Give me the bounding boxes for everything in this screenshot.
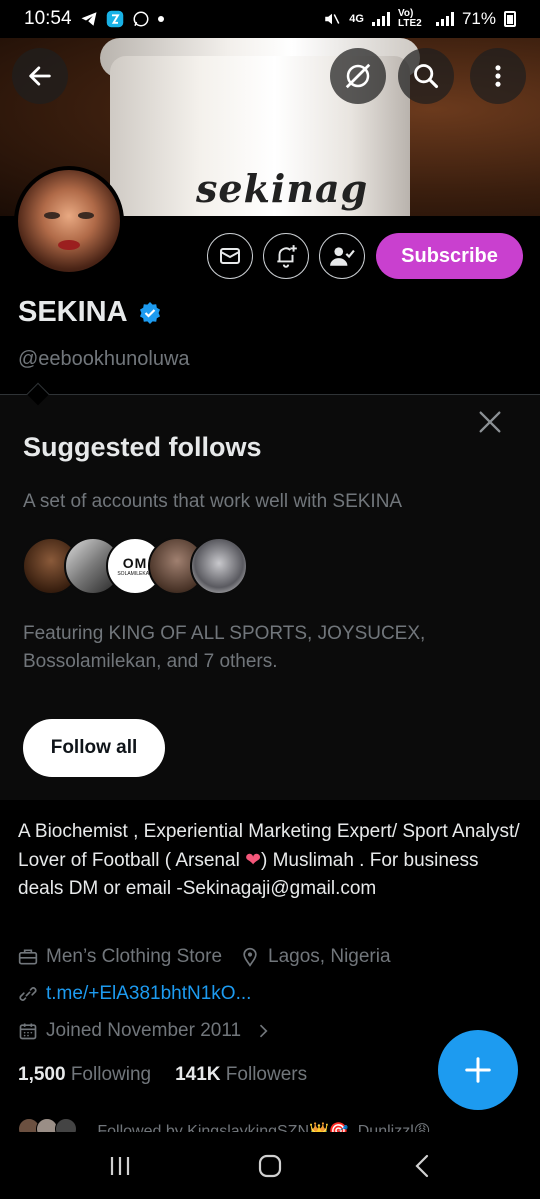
network-type: 4G bbox=[349, 13, 364, 25]
volte-label: Vo) LTE2 bbox=[397, 8, 422, 29]
avatar-eye-right bbox=[78, 212, 94, 219]
profile-location: Lagos, Nigeria bbox=[268, 946, 391, 967]
battery-icon bbox=[504, 11, 516, 27]
compose-fab-button[interactable] bbox=[438, 1030, 518, 1110]
back-button[interactable] bbox=[12, 48, 68, 104]
chevron-right-icon[interactable] bbox=[253, 1021, 273, 1041]
avatar[interactable] bbox=[14, 166, 124, 276]
search-button[interactable] bbox=[398, 48, 454, 104]
following-button[interactable] bbox=[319, 233, 365, 279]
followers-count[interactable]: 141K Followers bbox=[175, 1064, 307, 1086]
followers-label: Followers bbox=[225, 1064, 308, 1085]
avatar-lips bbox=[58, 240, 80, 250]
home-button[interactable] bbox=[248, 1148, 292, 1184]
followed-by-row[interactable]: Followed by KingslaykingSZN👑🎯, Dunlizzl😩 bbox=[18, 1118, 523, 1132]
back-chevron-icon bbox=[415, 1154, 429, 1178]
followed-by-text: Followed by KingslaykingSZN👑🎯, Dunlizzl😩 bbox=[97, 1123, 431, 1132]
subscribe-button[interactable]: Subscribe bbox=[376, 233, 523, 279]
following-value: 1,500 bbox=[18, 1064, 66, 1085]
verified-badge-icon[interactable] bbox=[138, 301, 162, 325]
following-count[interactable]: 1,500 Following bbox=[18, 1064, 151, 1086]
search-icon bbox=[414, 64, 439, 89]
grok-icon bbox=[345, 63, 371, 89]
suggested-avatar[interactable] bbox=[190, 537, 248, 595]
profile-bio: A Biochemist , Experiential Marketing Ex… bbox=[18, 818, 523, 903]
profile-name-row: SEKINA bbox=[18, 296, 162, 329]
telegram-icon bbox=[81, 12, 97, 26]
meta-row-joined: Joined November 2011 bbox=[18, 1020, 273, 1042]
followers-value: 141K bbox=[175, 1064, 221, 1085]
followed-by-avatar bbox=[54, 1118, 77, 1132]
suggested-avatar-logo: OM bbox=[122, 555, 148, 571]
bell-plus-icon bbox=[277, 245, 297, 268]
person-check-icon bbox=[330, 247, 355, 266]
battery-percent: 71% bbox=[461, 9, 496, 28]
notification-dot bbox=[157, 16, 164, 22]
heart-emoji: ❤ bbox=[245, 849, 261, 871]
following-label: Following bbox=[70, 1064, 152, 1085]
suggested-featuring-text: Featuring KING OF ALL SPORTS, JOYSUCEX, … bbox=[23, 623, 426, 672]
meta-row-category: Men’s Clothing Store Lagos, Nigeria bbox=[18, 946, 391, 968]
close-icon[interactable] bbox=[476, 408, 504, 436]
profile-category: Men’s Clothing Store bbox=[46, 946, 223, 967]
panel-divider bbox=[0, 394, 540, 395]
more-options-button[interactable] bbox=[470, 48, 526, 104]
status-time: 10:54 bbox=[24, 8, 72, 29]
more-vertical-icon bbox=[495, 65, 501, 87]
arrow-left-icon bbox=[29, 66, 51, 86]
suggested-follows-subtitle: A set of accounts that work well with SE… bbox=[23, 491, 403, 512]
link-icon bbox=[19, 987, 37, 1001]
meta-row-link: t.me/+ElA381bhtN1kO... bbox=[18, 983, 251, 1005]
follow-counts: 1,500 Following 141K Followers bbox=[18, 1064, 307, 1086]
location-pin-icon bbox=[243, 947, 257, 967]
signal-icon-2 bbox=[435, 12, 454, 26]
profile-website-link[interactable]: t.me/+ElA381bhtN1kO... bbox=[46, 983, 251, 1005]
envelope-icon bbox=[220, 248, 240, 264]
status-bar: 10:54 4G Vo) LTE2 71% bbox=[0, 0, 540, 38]
follow-all-button[interactable]: Follow all bbox=[23, 719, 165, 777]
banner-cup-text: sekinag bbox=[196, 166, 369, 211]
notifications-button[interactable] bbox=[263, 233, 309, 279]
profile-handle: @eebookhunoluwa bbox=[18, 348, 190, 370]
avatar-eye-left bbox=[44, 212, 60, 219]
signal-icon-1 bbox=[371, 12, 390, 26]
recent-apps-button[interactable] bbox=[98, 1148, 142, 1184]
suggested-follows-title: Suggested follows bbox=[23, 432, 262, 462]
plus-icon bbox=[465, 1057, 491, 1083]
calendar-icon bbox=[19, 1023, 37, 1040]
briefcase-icon bbox=[18, 949, 38, 965]
back-nav-button[interactable] bbox=[400, 1148, 444, 1184]
system-nav-bar bbox=[0, 1132, 540, 1199]
whatsapp-icon bbox=[133, 11, 149, 27]
suggested-avatar-logo-sub: SOLAMILEKAN bbox=[117, 571, 153, 577]
message-button[interactable] bbox=[207, 233, 253, 279]
recent-apps-icon bbox=[110, 1157, 130, 1175]
grok-button[interactable] bbox=[330, 48, 386, 104]
home-icon bbox=[258, 1154, 282, 1178]
profile-joined-date: Joined November 2011 bbox=[46, 1020, 242, 1041]
app-notification-icon bbox=[106, 10, 123, 28]
mute-icon bbox=[325, 13, 340, 25]
profile-name: SEKINA bbox=[18, 296, 128, 328]
